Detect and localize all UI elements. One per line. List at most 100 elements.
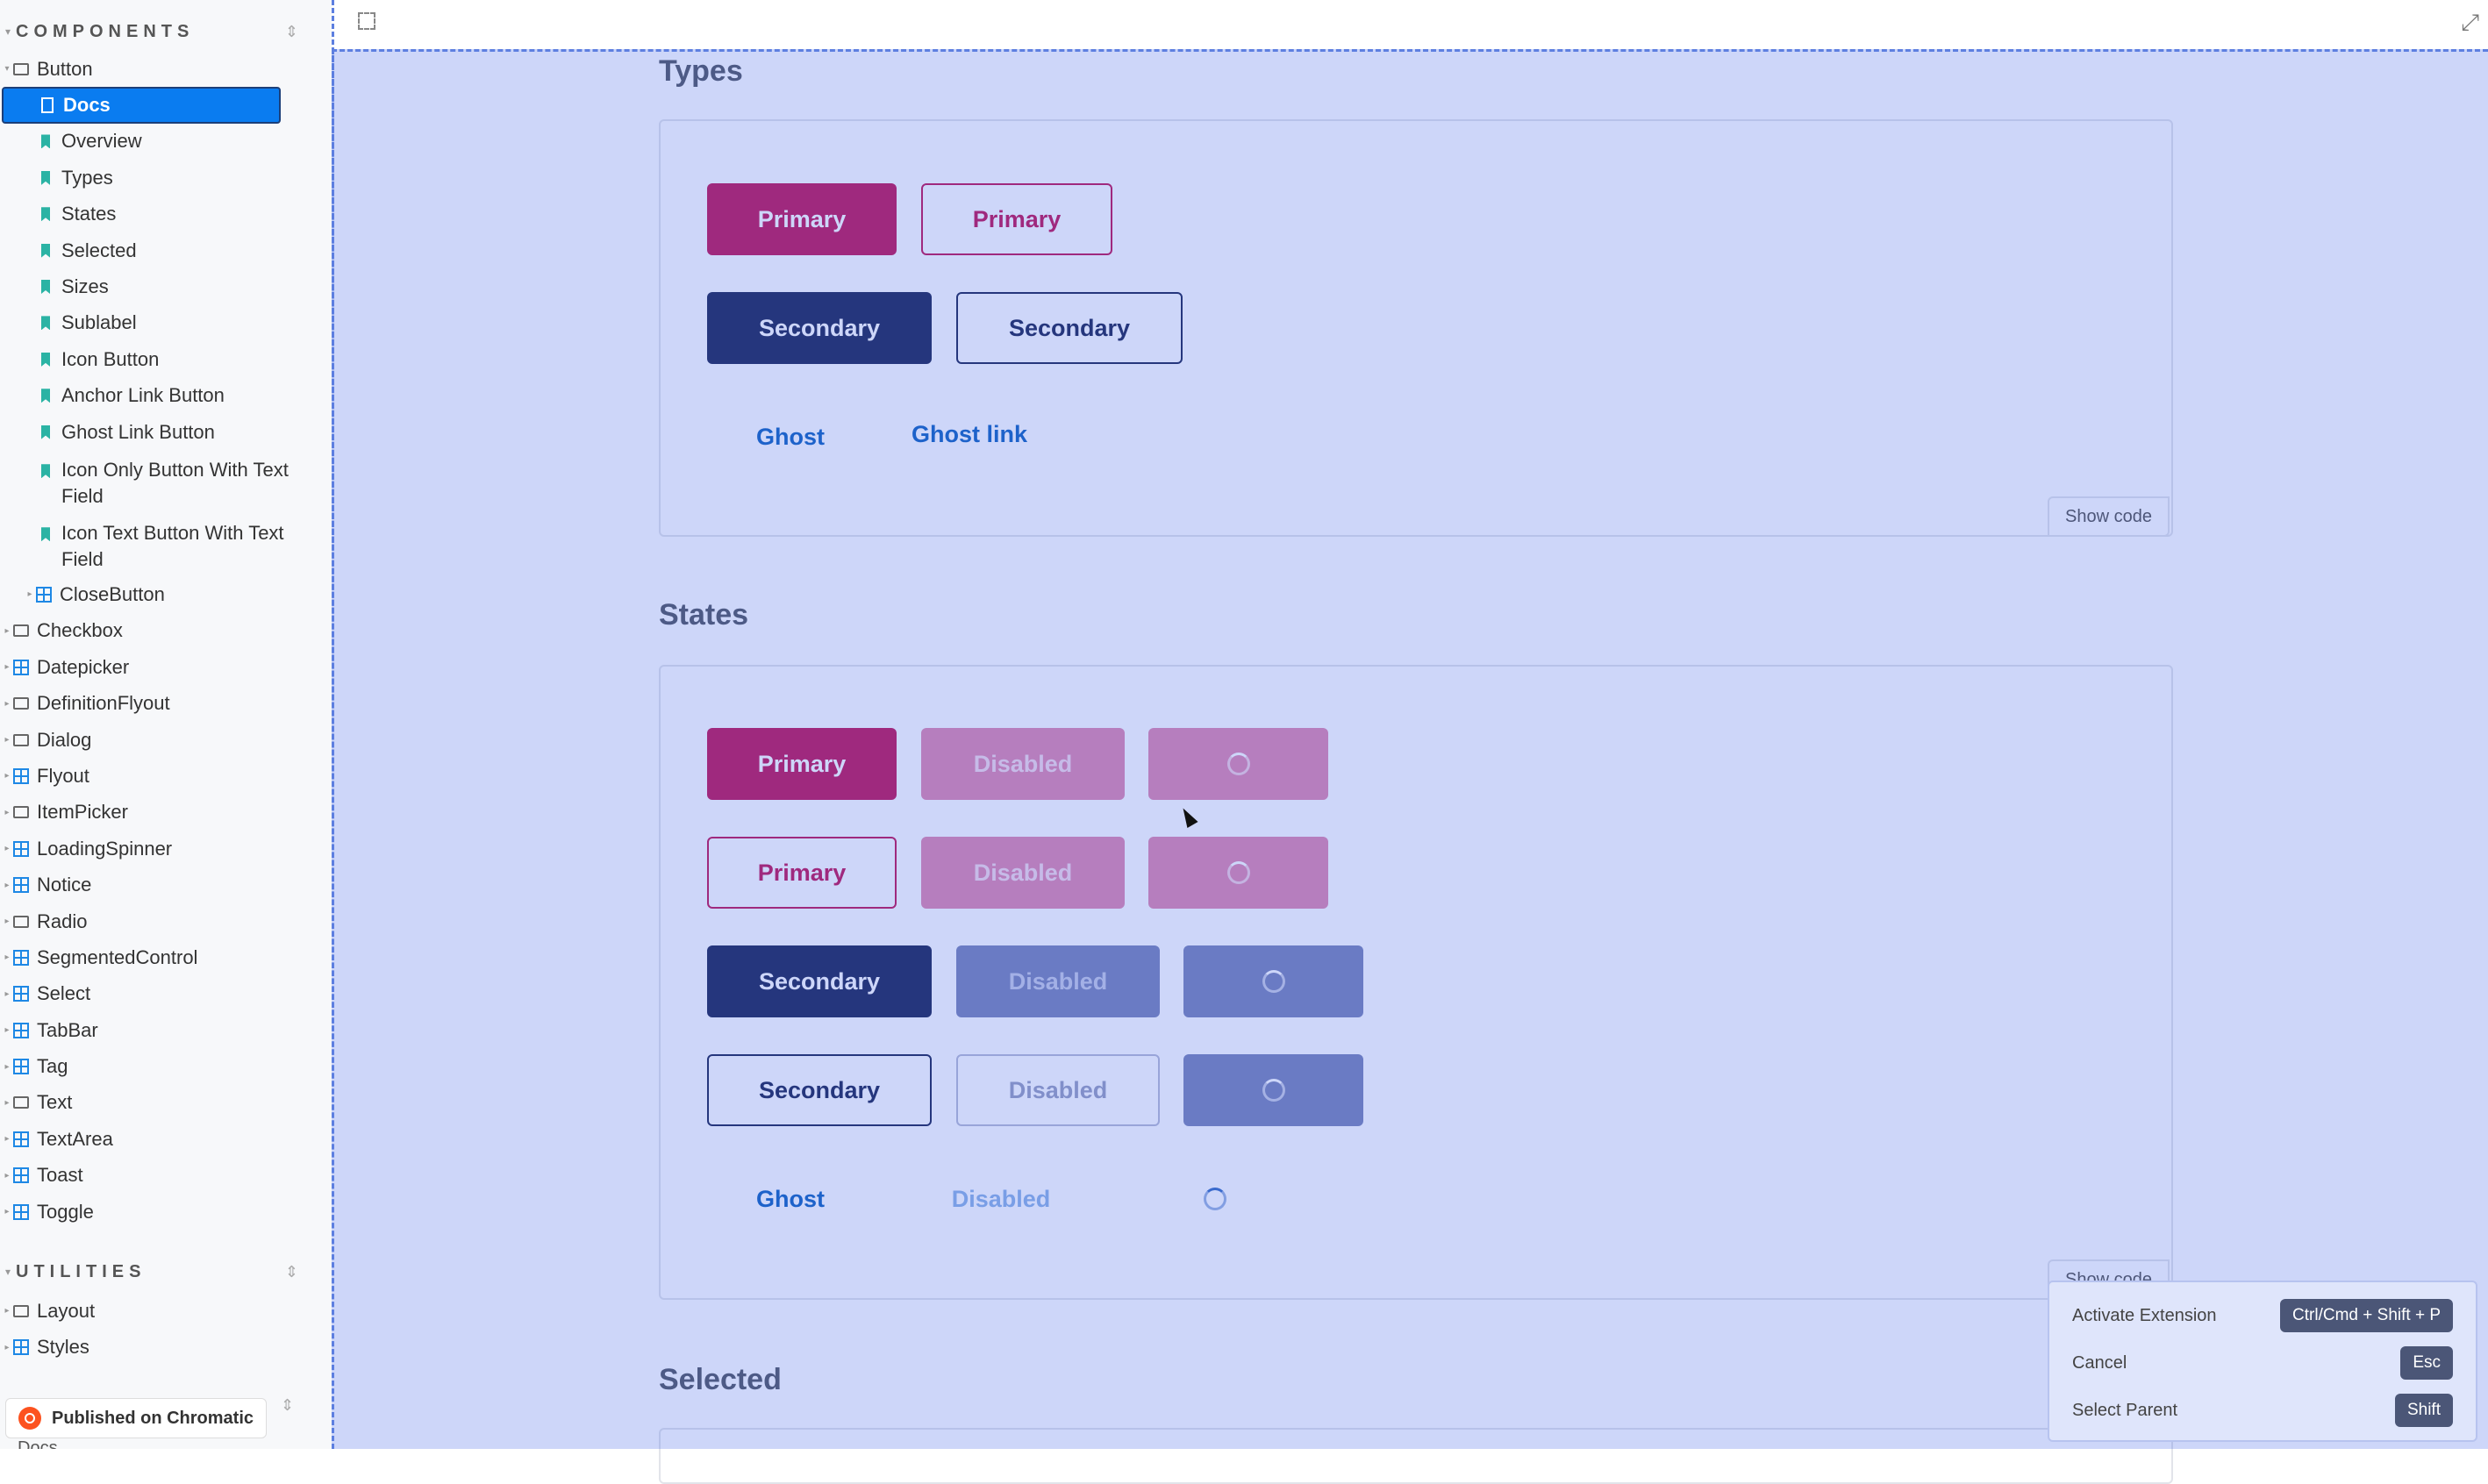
secondary-disabled-button: Disabled: [956, 945, 1160, 1017]
tree-item-closebutton[interactable]: ▸ CloseButton: [0, 576, 332, 612]
tree-item-radio[interactable]: ▸ Radio: [0, 903, 332, 939]
secondary-loading-button: [1183, 945, 1363, 1017]
caret-right-icon: ▸: [4, 771, 10, 781]
secondary-button[interactable]: Secondary: [707, 945, 932, 1017]
primary-outline-button[interactable]: Primary: [921, 183, 1112, 255]
tree-item-anchor-link-button[interactable]: Anchor Link Button: [0, 378, 332, 414]
tree-item-overview[interactable]: Overview: [0, 124, 332, 160]
published-on-chromatic-badge[interactable]: Published on Chromatic: [5, 1398, 268, 1438]
tree-item-label: DefinitionFlyout: [37, 692, 170, 715]
folder-icon: [13, 62, 29, 75]
component-icon: [13, 1131, 29, 1147]
component-icon: [13, 1022, 29, 1038]
expand-collapse-icon[interactable]: ⇕: [281, 1396, 294, 1415]
secondary-button[interactable]: Secondary: [707, 292, 932, 364]
tree-item-notice[interactable]: ▸ Notice: [0, 867, 332, 903]
tree-item-segmentedcontrol[interactable]: ▸ SegmentedControl: [0, 939, 332, 975]
tree-item-textarea[interactable]: ▸ TextArea: [0, 1121, 332, 1157]
tree-item-icon-text-button[interactable]: Icon Text Button With Text Field: [0, 513, 332, 576]
primary-button[interactable]: Primary: [707, 728, 897, 800]
caret-right-icon: ▸: [4, 1342, 10, 1352]
tree-item-toast[interactable]: ▸ Toast: [0, 1158, 332, 1194]
caret-right-icon: ▸: [4, 625, 10, 636]
tree-item-label: Checkbox: [37, 619, 123, 642]
tree-item-datepicker[interactable]: ▸ Datepicker: [0, 649, 332, 685]
tree-item-layout[interactable]: ▸ Layout: [0, 1293, 332, 1329]
shortcut-activate-extension[interactable]: Activate Extension Ctrl/Cmd + Shift + P: [2072, 1296, 2453, 1335]
caret-down-icon: ▾: [4, 1266, 11, 1278]
loading-spinner-icon: [1204, 1188, 1226, 1210]
components-section-header[interactable]: ▾ COMPONENTS ⇕: [0, 14, 325, 49]
tree-item-itempicker[interactable]: ▸ ItemPicker: [0, 795, 332, 831]
tree-item-label: Datepicker: [37, 655, 130, 678]
component-icon: [13, 986, 29, 1002]
ghost-button[interactable]: Ghost: [707, 401, 874, 473]
document-icon: [41, 97, 54, 114]
loading-spinner-icon: [1262, 1079, 1285, 1102]
component-icon: [13, 1203, 29, 1220]
caret-right-icon: ▸: [4, 662, 10, 673]
caret-right-icon: ▸: [4, 1306, 10, 1316]
tree-item-label: ItemPicker: [37, 801, 128, 824]
shortcut-cancel[interactable]: Cancel Esc: [2072, 1344, 2453, 1382]
secondary-outline-button[interactable]: Secondary: [956, 292, 1183, 364]
tree-item-toggle[interactable]: ▸ Toggle: [0, 1194, 332, 1230]
utilities-section-header[interactable]: ▾ UTILITIES ⇕: [0, 1254, 325, 1289]
outline-toggle-icon[interactable]: [358, 12, 375, 30]
tree-item-sizes[interactable]: Sizes: [0, 268, 332, 304]
tree-item-docs[interactable]: Docs: [2, 87, 281, 124]
selected-card: [659, 1428, 2173, 1484]
primary-outline-button[interactable]: Primary: [707, 837, 897, 909]
tree-item-icon-only-button[interactable]: Icon Only Button With Text Field: [0, 450, 332, 513]
tree-item-definitionflyout[interactable]: ▸ DefinitionFlyout: [0, 685, 332, 721]
tree-item-docs-cutoff[interactable]: Docs: [18, 1438, 58, 1449]
caret-right-icon: ▸: [27, 589, 32, 600]
tree-item-styles[interactable]: ▸ Styles: [0, 1329, 332, 1365]
tree-item-icon-button[interactable]: Icon Button: [0, 341, 332, 377]
expand-collapse-icon[interactable]: ⇕: [285, 1263, 298, 1281]
tree-item-tabbar[interactable]: ▸ TabBar: [0, 1012, 332, 1048]
shortcut-key: Shift: [2394, 1394, 2453, 1427]
types-heading: Types: [659, 54, 743, 88]
ghost-button[interactable]: Ghost: [707, 1163, 874, 1235]
caret-right-icon: ▸: [4, 917, 10, 926]
ghost-disabled-button: Disabled: [951, 1185, 1051, 1212]
tree-item-loadingspinner[interactable]: ▸ LoadingSpinner: [0, 831, 332, 867]
tree-item-checkbox[interactable]: ▸ Checkbox: [0, 613, 332, 649]
component-icon: [13, 1167, 29, 1184]
secondary-outline-button[interactable]: Secondary: [707, 1054, 932, 1126]
shortcut-key: Ctrl/Cmd + Shift + P: [2280, 1299, 2453, 1332]
primary-outline-disabled-button: Disabled: [921, 837, 1125, 909]
caret-right-icon: ▸: [4, 698, 10, 709]
tree-item-label: Overview: [61, 130, 142, 153]
tree-item-button[interactable]: ▾ Button: [0, 51, 332, 87]
expand-collapse-icon[interactable]: ⇕: [285, 23, 298, 41]
tree-item-tag[interactable]: ▸ Tag: [0, 1048, 332, 1084]
tree-item-sublabel[interactable]: Sublabel: [0, 305, 332, 341]
primary-button[interactable]: Primary: [707, 183, 897, 255]
tree-item-selected[interactable]: Selected: [0, 232, 332, 268]
tree-item-text[interactable]: ▸ Text: [0, 1085, 332, 1121]
folder-icon: [13, 624, 29, 638]
tree-item-label: CloseButton: [60, 582, 165, 605]
bookmark-icon: [41, 464, 50, 479]
bookmark-icon: [41, 425, 50, 439]
tree-item-states[interactable]: States: [0, 196, 332, 232]
tree-item-label: States: [61, 203, 117, 225]
fullscreen-icon[interactable]: ⤢: [2461, 9, 2479, 37]
ghost-link-button[interactable]: Ghost link: [886, 398, 1053, 470]
show-code-button[interactable]: Show code: [2048, 496, 2170, 537]
loading-spinner-icon: [1262, 970, 1285, 993]
tree-item-select[interactable]: ▸ Select: [0, 976, 332, 1012]
caret-right-icon: ▸: [4, 735, 10, 746]
components-tree: ▾ Button Docs Overview Types States Sele…: [0, 51, 332, 1230]
shortcut-select-parent[interactable]: Select Parent Shift: [2072, 1391, 2453, 1430]
tree-item-types[interactable]: Types: [0, 160, 332, 196]
shortcut-key: Esc: [2400, 1346, 2453, 1380]
tree-item-dialog[interactable]: ▸ Dialog: [0, 722, 332, 758]
folder-icon: [13, 1096, 29, 1109]
tree-item-ghost-link-button[interactable]: Ghost Link Button: [0, 414, 332, 450]
tree-item-label: Toast: [37, 1164, 83, 1187]
tree-item-flyout[interactable]: ▸ Flyout: [0, 758, 332, 794]
tree-item-label: Toggle: [37, 1200, 94, 1223]
